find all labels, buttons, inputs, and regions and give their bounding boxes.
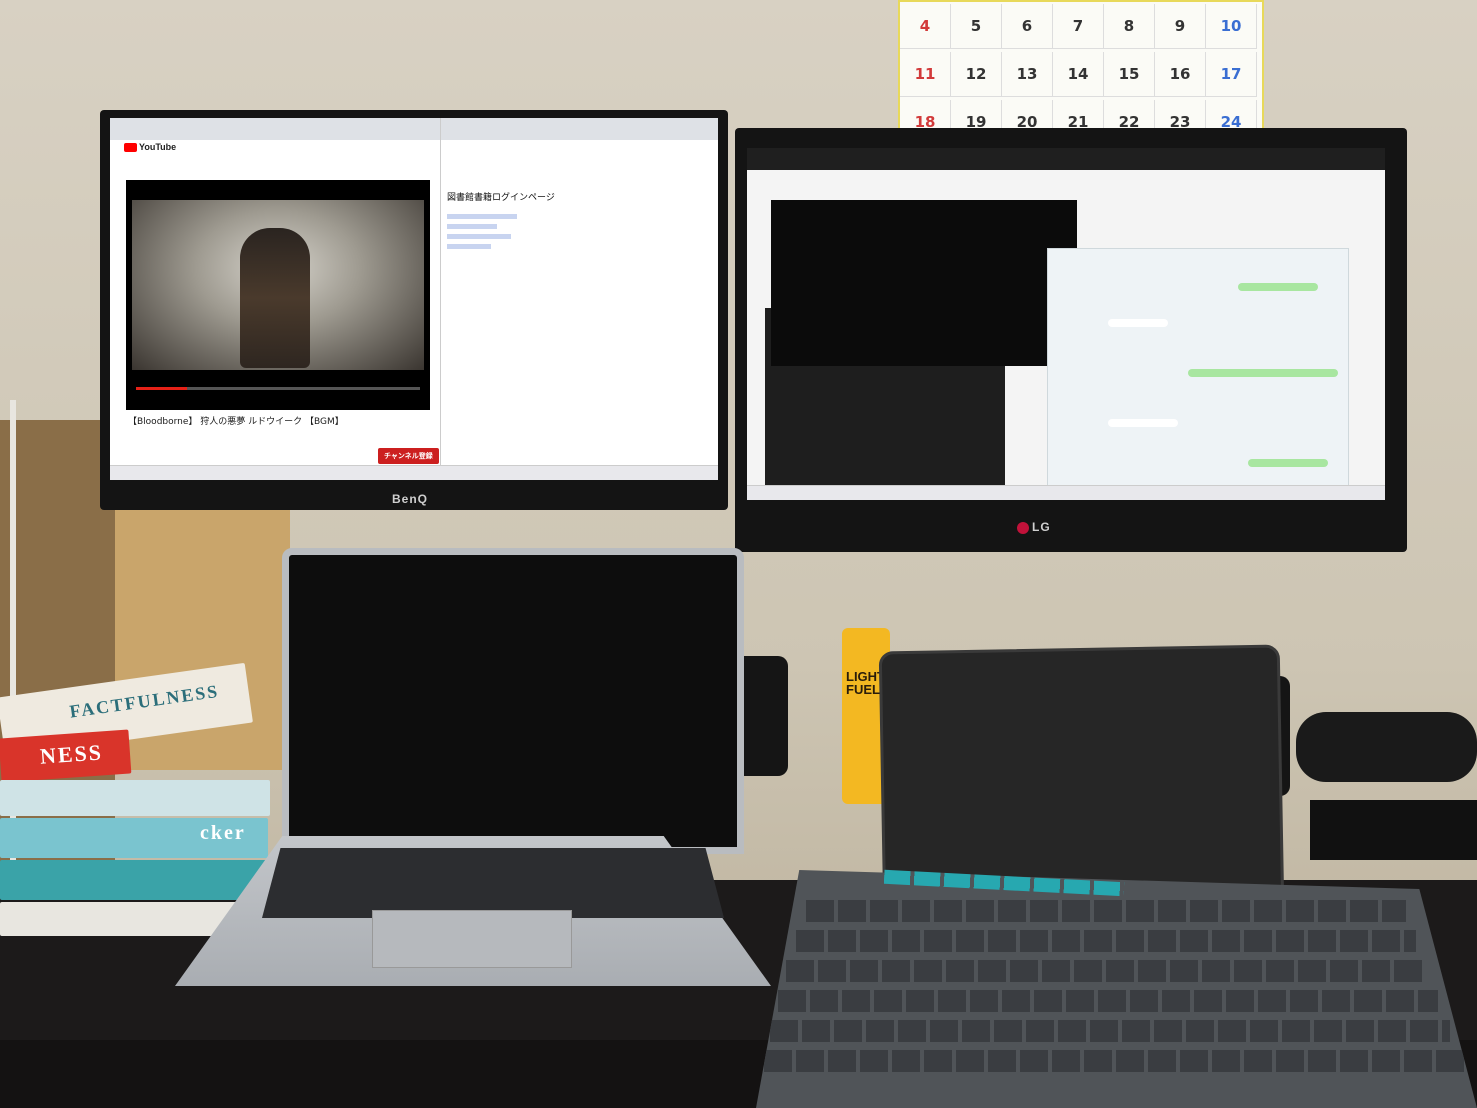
youtube-logo[interactable]: YouTube	[124, 142, 177, 153]
key-row	[806, 900, 1406, 922]
browser-tab-bar[interactable]	[110, 118, 440, 140]
browser-tab-bar-2[interactable]	[441, 118, 718, 140]
key-row	[786, 960, 1426, 982]
monitor-right: LG	[735, 128, 1407, 552]
factfulness-title: FACTFULNESS	[68, 680, 221, 722]
calendar-day: 9	[1155, 4, 1206, 49]
laptop-trackpad	[372, 910, 572, 968]
lg-logo: LG	[1017, 520, 1051, 534]
video-title: 【Bloodborne】 狩人の悪夢 ルドウイーク 【BGM】	[128, 417, 344, 427]
calendar-day: 8	[1104, 4, 1155, 49]
key-row	[796, 930, 1416, 952]
calendar-day: 5	[951, 4, 1002, 49]
calendar-day: 17	[1206, 52, 1257, 97]
chat-bubble	[1108, 319, 1168, 327]
monitor-left-screen[interactable]: YouTube 【Bloodborne】 狩人の悪夢 ルドウイーク 【BGM】 …	[110, 118, 718, 480]
calendar-day: 13	[1002, 52, 1053, 97]
key-row	[764, 1050, 1464, 1072]
monitor-left: YouTube 【Bloodborne】 狩人の悪夢 ルドウイーク 【BGM】 …	[100, 110, 728, 510]
book	[0, 780, 270, 816]
key-row	[778, 990, 1438, 1012]
window-title-bar[interactable]	[747, 148, 1385, 170]
calendar-day: 7	[1053, 4, 1104, 49]
lg-logo-icon	[1017, 521, 1029, 534]
calendar-day: 4	[900, 4, 951, 49]
chat-bubble	[1108, 419, 1178, 427]
game-console	[1310, 800, 1477, 860]
video-progress-fill	[136, 387, 188, 390]
chat-bubble	[1188, 369, 1338, 377]
calendar-week: 4 5 6 7 8 9 10	[900, 4, 1262, 49]
youtube-logo-text: YouTube	[139, 142, 177, 152]
laptop-keyboard	[262, 848, 724, 918]
calendar-day: 16	[1155, 52, 1206, 97]
video-player[interactable]	[126, 180, 430, 410]
hacker-book-title: cker	[200, 822, 246, 844]
laptop-screen	[282, 548, 744, 854]
video-progress-bar[interactable]	[136, 387, 420, 390]
monitor-right-screen[interactable]	[747, 148, 1385, 500]
windows-taskbar[interactable]	[747, 485, 1385, 500]
youtube-icon	[124, 143, 137, 153]
calendar-day: 10	[1206, 4, 1257, 49]
hunter-figure	[240, 228, 310, 368]
calendar-week: 11 12 13 14 15 16 17	[900, 52, 1262, 97]
page-link[interactable]	[447, 234, 511, 239]
chat-bubble	[1238, 283, 1318, 291]
game-controller	[1296, 712, 1477, 782]
page-link[interactable]	[447, 224, 497, 229]
calendar-day: 15	[1104, 52, 1155, 97]
benq-logo: BenQ	[392, 492, 429, 506]
video-frame	[132, 200, 424, 370]
factfulness-spine-text: NESS	[39, 739, 104, 769]
lg-logo-text: LG	[1032, 520, 1051, 534]
book	[0, 860, 272, 900]
chat-bubble	[1248, 459, 1328, 467]
windows-taskbar[interactable]	[110, 465, 718, 480]
chat-app-window[interactable]	[1047, 248, 1349, 500]
login-page-heading: 図書館書籍ログインページ	[447, 193, 555, 203]
subscribe-button[interactable]: チャンネル登録	[378, 448, 439, 464]
youtube-window[interactable]: YouTube 【Bloodborne】 狩人の悪夢 ルドウイーク 【BGM】 …	[110, 118, 440, 480]
calendar-day: 12	[951, 52, 1002, 97]
factfulness-spine: NESS	[0, 729, 132, 783]
wall-calendar: 4 5 6 7 8 9 10 11 12 13 14 15 16 17 18 1…	[898, 0, 1264, 149]
browser-window[interactable]: 図書館書籍ログインページ	[440, 118, 718, 480]
page-link[interactable]	[447, 244, 491, 249]
calendar-day: 6	[1002, 4, 1053, 49]
calendar-day: 14	[1053, 52, 1104, 97]
calendar-day: 11	[900, 52, 951, 97]
terminal-window[interactable]	[771, 200, 1077, 366]
key-row	[770, 1020, 1450, 1042]
hacker-book: cker	[0, 818, 268, 858]
page-link[interactable]	[447, 214, 517, 219]
external-keyboard	[756, 870, 1477, 1108]
